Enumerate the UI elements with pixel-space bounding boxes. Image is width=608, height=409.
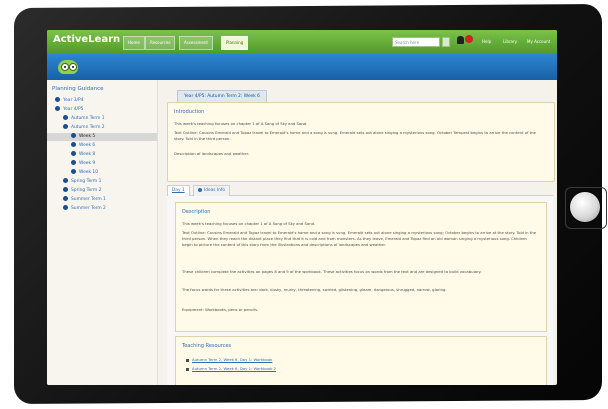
introduction-line2: Text Outline: Cousins Emerald and Topaz …: [174, 130, 536, 141]
nav-tab-assessment[interactable]: Assessment: [179, 36, 213, 50]
teaching-resources-panel: Teaching Resources Autumn Term 2, Week 6…: [175, 336, 547, 385]
main-content: Year 4/P5: Autumn Term 2: Week 6 Introdu…: [159, 80, 557, 385]
info-icon: [198, 187, 202, 192]
expand-icon: [63, 187, 68, 192]
introduction-heading: Introduction: [174, 109, 205, 115]
app-logo[interactable]: ActiveLearn: [53, 34, 120, 45]
sidebar-item-week9[interactable]: Week 9: [71, 160, 95, 168]
description-p2: Text Outline: Cousins Emerald and Topaz …: [182, 230, 537, 247]
introduction-line3: Description of landscapes and weather.: [174, 151, 249, 156]
planning-sidebar: Planning Guidance Year 3/P4 Year 4/P5 Au…: [47, 80, 158, 385]
sidebar-item-week10[interactable]: Week 10: [71, 169, 98, 177]
tab-ideas-info[interactable]: Ideas Info: [193, 185, 231, 196]
nav-tab-planning[interactable]: Planning: [221, 36, 249, 50]
expand-icon: [71, 151, 76, 156]
collapse-icon: [55, 106, 60, 111]
description-panel: Description This week's teaching focuses…: [175, 202, 547, 332]
search-button[interactable]: [442, 37, 450, 47]
description-p1: This week's teaching focuses on chapter …: [182, 221, 316, 226]
sidebar-item-year4[interactable]: Year 4/P5: [55, 106, 83, 114]
tablet-device: ActiveLearn Home Resources Assessment Pl…: [0, 0, 608, 409]
my-account-link[interactable]: My Account: [527, 39, 550, 44]
tab-day-1[interactable]: Day 1: [167, 185, 190, 196]
top-navigation-bar: ActiveLearn Home Resources Assessment Pl…: [47, 30, 557, 54]
expand-icon: [55, 97, 60, 102]
expand-icon: [63, 115, 68, 120]
description-p4: The focus words for these activities are…: [182, 287, 447, 292]
notification-badge: [465, 35, 473, 43]
expand-icon: [71, 142, 76, 147]
bell-icon[interactable]: [457, 36, 464, 44]
sidebar-item-autumn1[interactable]: Autumn Term 1: [63, 115, 105, 123]
sidebar-item-week6[interactable]: Week 6: [71, 142, 95, 150]
resources-heading: Teaching Resources: [182, 343, 232, 349]
resource-link[interactable]: Autumn Term 2, Week 6, Day 1: Workbook: [186, 357, 272, 362]
sidebar-title: Planning Guidance: [52, 86, 104, 92]
sidebar-item-week8[interactable]: Week 8: [71, 151, 95, 159]
expand-icon: [71, 169, 76, 174]
resource-link[interactable]: Autumn Term 2, Week 6, Day 1: Workbook 2: [186, 366, 276, 371]
nav-tab-resources[interactable]: Resources: [145, 36, 176, 50]
expand-icon: [63, 196, 68, 201]
sidebar-item-summer2[interactable]: Summer Term 2: [63, 205, 106, 213]
robot-mascot-icon: [55, 56, 81, 78]
collapse-icon: [63, 124, 68, 129]
expand-icon: [63, 205, 68, 210]
tab-content: Description This week's teaching focuses…: [167, 196, 553, 385]
expand-icon: [71, 160, 76, 165]
search-input[interactable]: Search here: [392, 37, 440, 47]
tablet-screen: ActiveLearn Home Resources Assessment Pl…: [47, 30, 557, 385]
sidebar-item-week5[interactable]: Week 5: [47, 133, 157, 141]
sidebar-item-year3[interactable]: Year 3/P4: [55, 97, 83, 105]
bullet-icon: [186, 367, 189, 371]
library-link[interactable]: Library: [503, 39, 517, 44]
help-link[interactable]: Help: [482, 39, 491, 44]
nav-tab-home[interactable]: Home: [123, 36, 145, 50]
content-tabs: Day 1 Ideas Info: [167, 185, 553, 196]
sidebar-item-spring1[interactable]: Spring Term 1: [63, 178, 101, 186]
description-heading: Description: [182, 209, 211, 215]
expand-icon: [71, 133, 76, 138]
header-banner: [47, 54, 557, 80]
equipment-text: Equipment: Workbooks, pens or pencils.: [182, 307, 259, 312]
sidebar-item-summer1[interactable]: Summer Term 1: [63, 196, 106, 204]
introduction-line1: This week's teaching focuses on chapter …: [174, 121, 308, 126]
introduction-panel: Introduction This week's teaching focuse…: [167, 102, 555, 182]
sidebar-item-autumn2[interactable]: Autumn Term 2: [63, 124, 105, 132]
bullet-icon: [186, 358, 189, 362]
home-button[interactable]: [570, 192, 600, 222]
description-p3: These children complete the activities o…: [182, 269, 482, 274]
expand-icon: [63, 178, 68, 183]
sidebar-item-spring2[interactable]: Spring Term 2: [63, 187, 101, 195]
